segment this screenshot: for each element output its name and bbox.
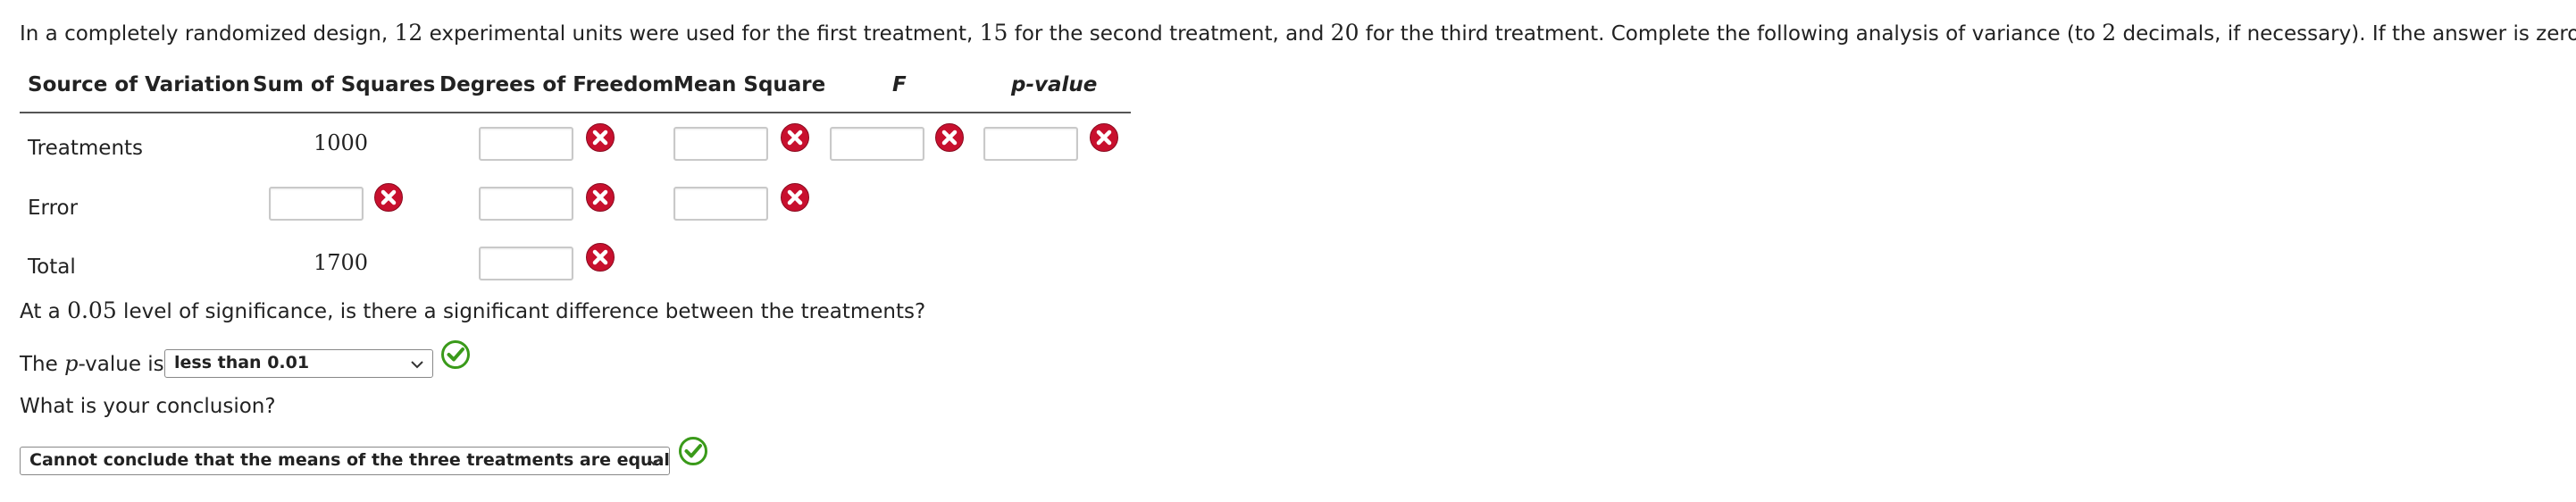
question-number: 15: [979, 20, 1008, 46]
correct-icon: [441, 340, 470, 369]
question-part: decimals, if necessary). If the answer i…: [2122, 22, 2576, 46]
p-value-text: -value is: [78, 353, 164, 376]
treatments-p-value-input[interactable]: [983, 127, 1078, 161]
incorrect-icon: [781, 123, 809, 152]
significance-text: At a: [20, 300, 68, 323]
question-part: for the third treatment. Complete the fo…: [1359, 22, 2103, 46]
correct-icon: [679, 437, 707, 465]
alpha-value: 0.05: [67, 297, 117, 323]
p-value-selected: less than 0.01: [174, 353, 310, 372]
incorrect-icon: [586, 183, 615, 212]
header-p-value: p-value: [1011, 73, 1098, 96]
header-f: F: [892, 73, 907, 96]
incorrect-icon: [781, 183, 809, 212]
row-label-error: Error: [28, 197, 79, 220]
treatments-f-input[interactable]: [830, 127, 924, 161]
incorrect-icon: [1090, 123, 1118, 152]
p-value-line: The p-value is: [20, 351, 164, 376]
significance-question: At a 0.05 level of significance, is ther…: [20, 297, 925, 323]
row-label-total: Total: [28, 255, 76, 279]
error-sum-of-squares-input[interactable]: [269, 187, 364, 221]
treatments-df-input[interactable]: [479, 127, 573, 161]
incorrect-icon: [586, 123, 615, 152]
question-part: In a completely randomized design,: [20, 22, 395, 46]
anova-question-page: In a completely randomized design, 12 ex…: [0, 0, 2576, 502]
conclusion-question: What is your conclusion?: [20, 395, 276, 418]
error-mean-square-input[interactable]: [673, 187, 768, 221]
question-part: for the second treatment, and: [1008, 22, 1331, 46]
significance-text: level of significance, is there a signif…: [116, 300, 926, 323]
p-value-select[interactable]: less than 0.01: [164, 349, 433, 378]
conclusion-selected: Cannot conclude that the means of the th…: [29, 450, 670, 470]
header-sum-of-squares: Sum of Squares: [253, 73, 436, 96]
chevron-down-icon: [411, 361, 423, 369]
treatments-sum-of-squares: 1000: [314, 130, 369, 155]
question-number: 2: [2102, 20, 2117, 46]
header-source: Source of Variation: [28, 73, 251, 96]
question-text: In a completely randomized design, 12 ex…: [20, 20, 2576, 46]
p-symbol: p: [64, 351, 79, 376]
p-value-text: The: [20, 353, 65, 376]
error-df-input[interactable]: [479, 187, 573, 221]
question-number: 12: [394, 20, 423, 46]
conclusion-select[interactable]: Cannot conclude that the means of the th…: [20, 447, 670, 475]
treatments-mean-square-input[interactable]: [673, 127, 768, 161]
header-mean-square: Mean Square: [673, 73, 826, 96]
incorrect-icon: [586, 243, 615, 272]
row-label-treatments: Treatments: [28, 137, 144, 160]
total-sum-of-squares: 1700: [314, 250, 369, 275]
header-divider: [20, 112, 1131, 113]
question-number: 20: [1330, 20, 1359, 46]
incorrect-icon: [374, 183, 403, 212]
chevron-down-icon: [648, 458, 660, 466]
question-part: experimental units were used for the fir…: [422, 22, 980, 46]
header-degrees-of-freedom: Degrees of Freedom: [439, 73, 674, 96]
incorrect-icon: [935, 123, 964, 152]
total-df-input[interactable]: [479, 247, 573, 280]
